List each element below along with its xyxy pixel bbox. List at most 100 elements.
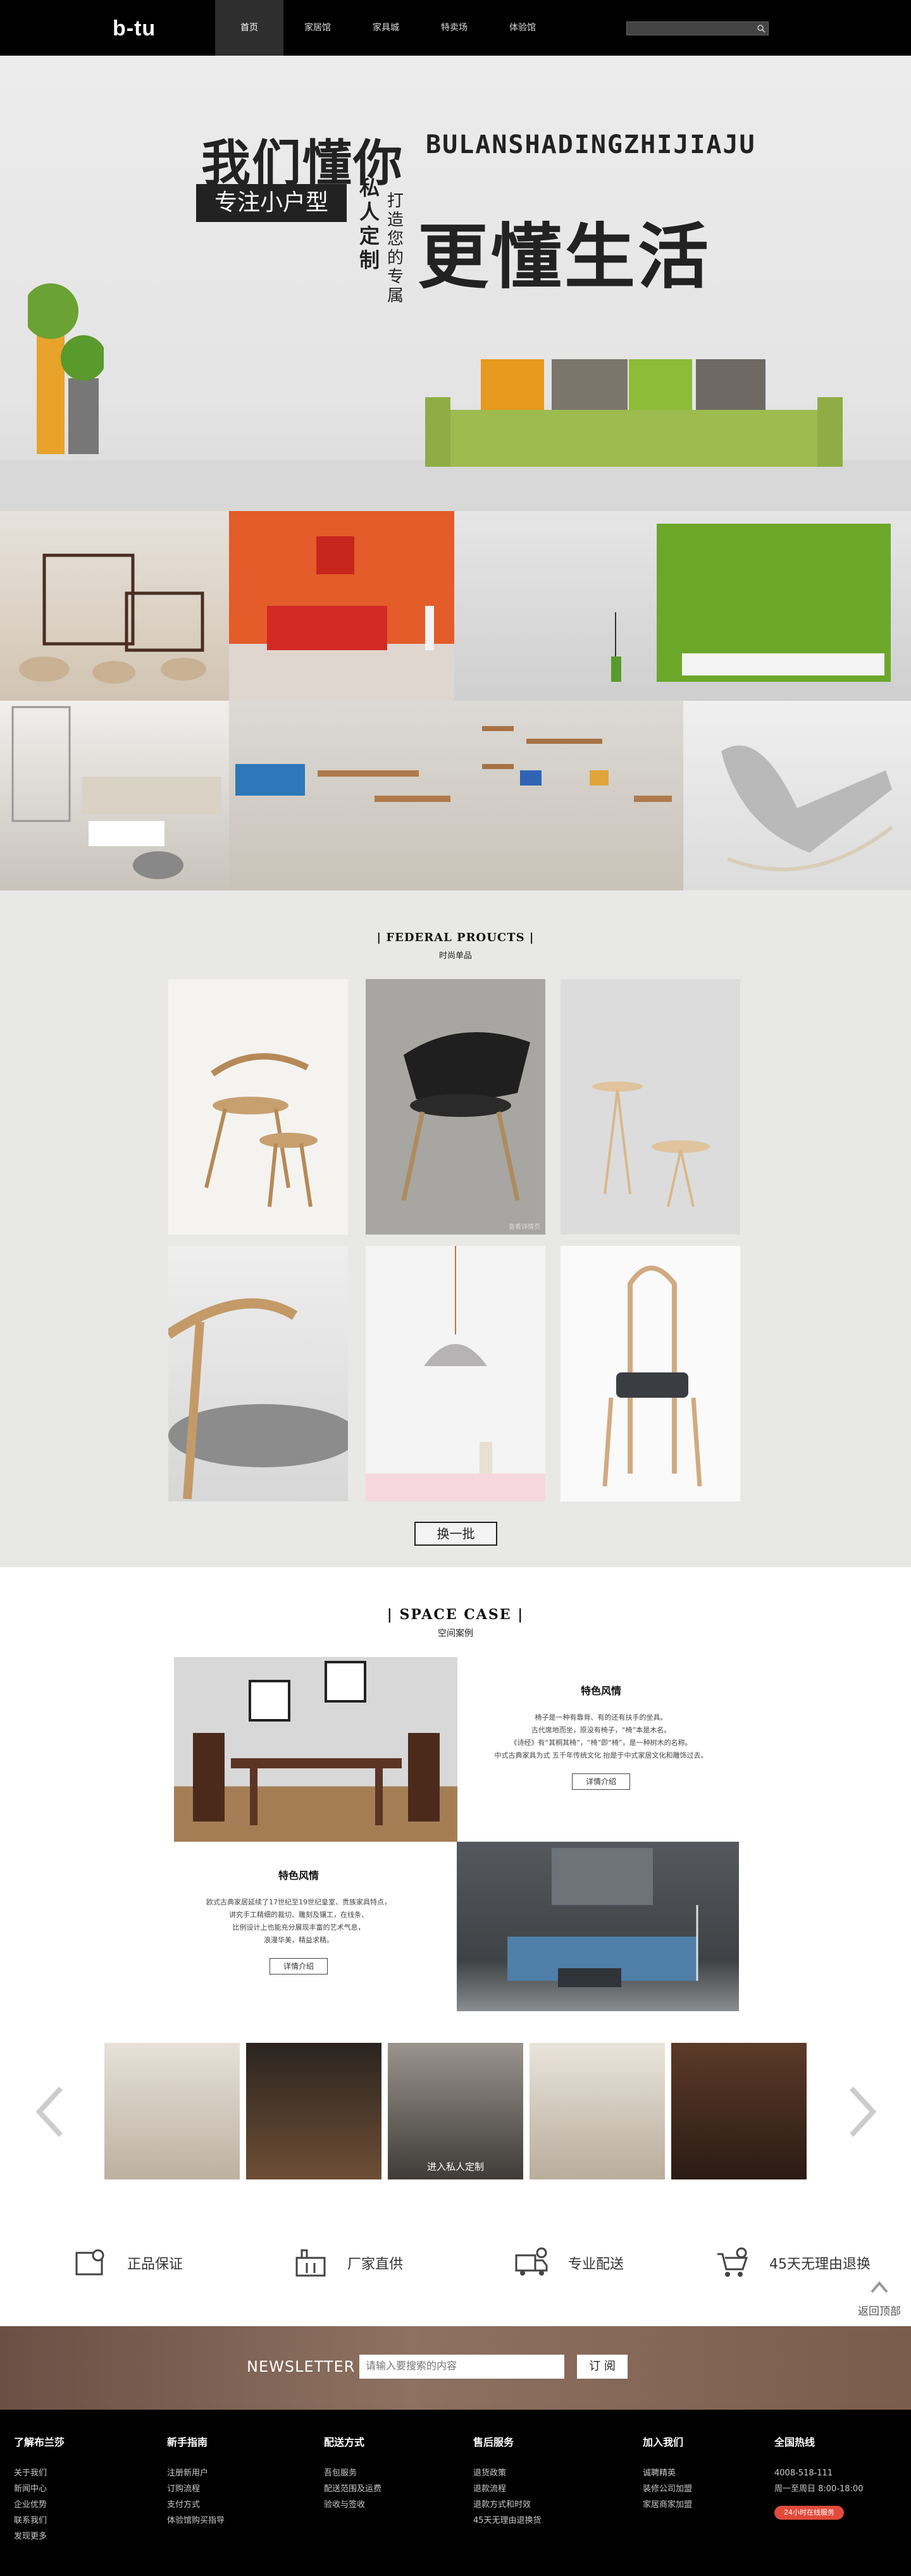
search-input[interactable] bbox=[626, 22, 769, 35]
feature-item: 厂家直供 bbox=[293, 2238, 403, 2288]
footer-link[interactable]: 关于我们 bbox=[14, 2465, 65, 2481]
certificate-icon bbox=[75, 2249, 104, 2276]
products-section: | FEDERAL PROUCTS | 时尚单品 查看详情页 换一批 bbox=[0, 891, 911, 1567]
chevron-up-icon bbox=[871, 2281, 888, 2293]
footer-link[interactable]: 验收与签收 bbox=[324, 2497, 381, 2513]
case-desc: 比例设计上也能充分展现丰富的艺术气息， bbox=[232, 1923, 365, 1932]
hero-banner[interactable]: 我们懂你 专注小户型 私人定制 打造您的专属 BULANSHADINGZHIJI… bbox=[0, 56, 911, 553]
detail-button[interactable]: 详情介绍 bbox=[270, 1958, 328, 1975]
mosaic-red-sofa[interactable] bbox=[229, 511, 454, 701]
product-card[interactable] bbox=[168, 1246, 348, 1501]
product-card[interactable]: 查看详情页 bbox=[366, 979, 545, 1235]
case-image-living[interactable] bbox=[457, 1842, 739, 2011]
footer-heading: 配送方式 bbox=[324, 2436, 365, 2448]
online-service-button[interactable]: 24小时在线服务 bbox=[774, 2506, 844, 2520]
feature-label: 厂家直供 bbox=[347, 2257, 404, 2272]
footer-column: 全国热线 4008-518-111 周一至周日 8:00-18:00 24小时在… bbox=[774, 2434, 863, 2520]
product-caption: 查看详情页 bbox=[509, 1224, 540, 1231]
gallery-image[interactable] bbox=[104, 2043, 240, 2179]
hotline-number: 4008-518-111 bbox=[774, 2468, 833, 2478]
footer-column: 配送方式 吾包服务 配送范围及运费 验收与签收 bbox=[324, 2434, 381, 2513]
footer: 了解布兰莎 关于我们 新闻中心 企业优势 联系我们 发现更多 新手指南 注册新用… bbox=[0, 2410, 911, 2576]
product-card[interactable] bbox=[366, 1246, 545, 1501]
nav-item-home[interactable]: 首页 bbox=[215, 0, 283, 56]
footer-link[interactable]: 家居商家加盟 bbox=[643, 2497, 692, 2513]
space-subtitle: 空间案例 bbox=[438, 1629, 473, 1639]
potted-plant-image bbox=[28, 283, 104, 454]
mosaic-chinese-furniture[interactable] bbox=[0, 511, 229, 701]
swap-batch-button[interactable]: 换一批 bbox=[414, 1522, 497, 1546]
search-icon[interactable] bbox=[757, 24, 765, 33]
gallery-image[interactable] bbox=[246, 2043, 381, 2179]
page: b-tu 首页 家居馆 家具城 特卖场 体验馆 我们懂你 专注小户型 私人定制 … bbox=[0, 0, 911, 2576]
product-card[interactable] bbox=[561, 979, 740, 1235]
nav-item-sale[interactable]: 特卖场 bbox=[420, 0, 488, 56]
factory-icon bbox=[295, 2249, 326, 2277]
nav-item-home-store[interactable]: 家居馆 bbox=[283, 0, 352, 56]
space-title: | SPACE CASE | bbox=[387, 1606, 524, 1623]
footer-link[interactable]: 诚聘精英 bbox=[643, 2465, 692, 2481]
gallery-caption: 进入私人定制 bbox=[426, 2161, 484, 2172]
mosaic-green-wall[interactable] bbox=[454, 511, 911, 701]
footer-column: 了解布兰莎 关于我们 新闻中心 企业优势 联系我们 发现更多 bbox=[14, 2434, 65, 2544]
subscribe-button[interactable]: 订 阅 bbox=[577, 2355, 628, 2379]
product-card[interactable] bbox=[561, 1246, 740, 1501]
footer-link[interactable]: 发现更多 bbox=[14, 2529, 65, 2544]
nav-item-furniture-city[interactable]: 家具城 bbox=[352, 0, 420, 56]
footer-link[interactable]: 体验馆购买指导 bbox=[167, 2513, 225, 2529]
mosaic-lounge-chair[interactable] bbox=[683, 701, 911, 891]
footer-link[interactable]: 新闻中心 bbox=[14, 2481, 65, 2497]
nav-item-experience[interactable]: 体验馆 bbox=[488, 0, 557, 56]
product-card[interactable] bbox=[168, 979, 348, 1235]
footer-link[interactable]: 退款方式和时效 bbox=[473, 2497, 542, 2513]
case-title: 特色风情 bbox=[580, 1685, 621, 1697]
hero-vertical-text-1: 私人定制 bbox=[359, 176, 380, 272]
case-text-1: 特色风情 椅子是一种有靠背、有的还有扶手的坐具。 古代席地而坐，原没有椅子，“椅… bbox=[462, 1682, 740, 1790]
newsletter-input[interactable] bbox=[359, 2355, 564, 2379]
footer-link[interactable]: 支付方式 bbox=[167, 2497, 225, 2513]
footer-link[interactable]: 退款流程 bbox=[473, 2481, 542, 2497]
newsletter-label: NEWSLETTER bbox=[247, 2358, 356, 2376]
footer-link[interactable]: 45天无理由退换货 bbox=[473, 2513, 542, 2529]
footer-link[interactable]: 吾包服务 bbox=[324, 2465, 381, 2481]
chevron-left-icon[interactable] bbox=[32, 2083, 70, 2140]
case-desc: 古代席地而坐，原没有椅子，“椅”本是木名。 bbox=[531, 1726, 671, 1734]
footer-link[interactable]: 装修公司加盟 bbox=[643, 2481, 692, 2497]
space-case-section: | SPACE CASE | 空间案例 特色风情 椅子是一种有靠背、有的还有扶手… bbox=[0, 1567, 911, 2453]
gallery-image[interactable] bbox=[671, 2043, 807, 2179]
hero-latin-text: BULANSHADINGZHIJIAJU bbox=[426, 130, 756, 159]
hero-title-2: 更懂生活 bbox=[418, 216, 711, 299]
cart-return-icon bbox=[717, 2247, 748, 2277]
case-desc: 欧式古典家居延续了17世纪至19世纪皇室、贵族家具特点， bbox=[206, 1898, 391, 1906]
footer-column: 加入我们 诚聘精英 装修公司加盟 家居商家加盟 bbox=[643, 2434, 692, 2513]
mosaic-wooden-tables[interactable] bbox=[229, 701, 683, 891]
image-mosaic bbox=[0, 511, 911, 891]
mosaic-living-room[interactable] bbox=[0, 701, 229, 891]
hero-vertical-text-2: 打造您的专属 bbox=[387, 192, 404, 305]
case-desc: 椅子是一种有靠背、有的还有扶手的坐具。 bbox=[535, 1713, 667, 1722]
footer-heading: 新手指南 bbox=[167, 2436, 208, 2448]
case-desc: 中式古典家具为式 五千年传统文化 抬是于中式家居文化和雕饰过去。 bbox=[494, 1751, 708, 1759]
footer-link[interactable]: 联系我们 bbox=[14, 2513, 65, 2529]
footer-heading: 全国热线 bbox=[774, 2436, 815, 2448]
case-image-dining[interactable] bbox=[174, 1657, 457, 1842]
newsletter-bar: NEWSLETTER 订 阅 bbox=[0, 2326, 911, 2410]
detail-button[interactable]: 详情介绍 bbox=[572, 1773, 630, 1790]
brand-logo[interactable]: b-tu bbox=[113, 16, 156, 41]
gallery-image[interactable]: 进入私人定制 bbox=[388, 2043, 523, 2179]
case-desc: 浪漫华美，精益求精。 bbox=[264, 1936, 333, 1944]
case-gallery: 进入私人定制 bbox=[0, 2043, 911, 2182]
footer-link[interactable]: 退货政策 bbox=[473, 2465, 542, 2481]
back-to-top-button[interactable]: 返回顶部 bbox=[848, 2269, 911, 2320]
products-title: | FEDERAL PROUCTS | bbox=[376, 931, 535, 944]
chevron-right-icon[interactable] bbox=[843, 2083, 881, 2140]
case-title: 特色风情 bbox=[278, 1870, 319, 1882]
footer-link[interactable]: 订购流程 bbox=[167, 2481, 225, 2497]
footer-link[interactable]: 配送范围及运费 bbox=[324, 2481, 381, 2497]
footer-link[interactable]: 注册新用户 bbox=[167, 2465, 225, 2481]
footer-link[interactable]: 企业优势 bbox=[14, 2497, 65, 2513]
footer-column: 售后服务 退货政策 退款流程 退款方式和时效 45天无理由退换货 bbox=[473, 2434, 542, 2529]
case-desc: 《诗经》有“其桐其椅”，“椅”即“椅”，是一种树木的名称。 bbox=[510, 1739, 692, 1747]
gallery-image[interactable] bbox=[530, 2043, 665, 2179]
service-hours: 周一至周日 8:00-18:00 bbox=[774, 2484, 864, 2494]
